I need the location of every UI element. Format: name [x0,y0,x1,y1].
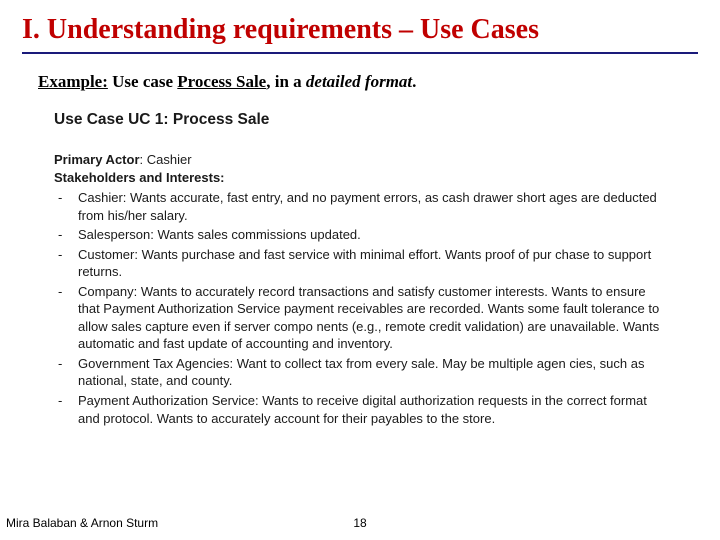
example-line: Example: Use case Process Sale, in a det… [38,72,698,92]
primary-actor-value: : Cashier [140,152,192,167]
list-item: - Government Tax Agencies: Want to colle… [54,355,670,390]
list-item: - Payment Authorization Service: Wants t… [54,392,670,427]
bullet-dash: - [54,226,78,244]
footer-authors: Mira Balaban & Arnon Sturm [6,516,158,530]
list-item: - Customer: Wants purchase and fast serv… [54,246,670,281]
example-format: detailed format [306,72,412,91]
bullet-dash: - [54,283,78,301]
stakeholders-label: Stakeholders and Interests: [54,170,225,185]
stakeholder-text: Payment Authorization Service: Wants to … [78,392,670,427]
list-item: - Cashier: Wants accurate, fast entry, a… [54,189,670,224]
stakeholder-text: Customer: Wants purchase and fast servic… [78,246,670,281]
stakeholder-text: Government Tax Agencies: Want to collect… [78,355,670,390]
bullet-dash: - [54,189,78,207]
stakeholder-text: Company: Wants to accurately record tran… [78,283,670,353]
slide-title: I. Understanding requirements – Use Case… [22,14,698,46]
bullet-dash: - [54,392,78,410]
bullet-dash: - [54,246,78,264]
slide: I. Understanding requirements – Use Case… [0,0,720,540]
primary-actor-label: Primary Actor [54,152,140,167]
list-item: - Company: Wants to accurately record tr… [54,283,670,353]
primary-actor-row: Primary Actor: Cashier [54,151,670,169]
example-mid2: , in a [266,72,306,91]
list-item: - Salesperson: Wants sales commissions u… [54,226,670,244]
stakeholder-list: - Cashier: Wants accurate, fast entry, a… [54,189,670,427]
usecase-heading: Use Case UC 1: Process Sale [54,110,670,131]
title-rule [22,52,698,54]
stakeholder-text: Cashier: Wants accurate, fast entry, and… [78,189,670,224]
footer-page-number: 18 [353,516,366,530]
bullet-dash: - [54,355,78,373]
example-usecase: Process Sale [177,72,266,91]
example-suffix: . [412,72,416,91]
stakeholder-text: Salesperson: Wants sales commissions upd… [78,226,670,244]
example-mid1: Use case [108,72,177,91]
stakeholders-row: Stakeholders and Interests: [54,169,670,187]
usecase-content: Use Case UC 1: Process Sale Primary Acto… [54,110,670,427]
example-prefix: Example: [38,72,108,91]
